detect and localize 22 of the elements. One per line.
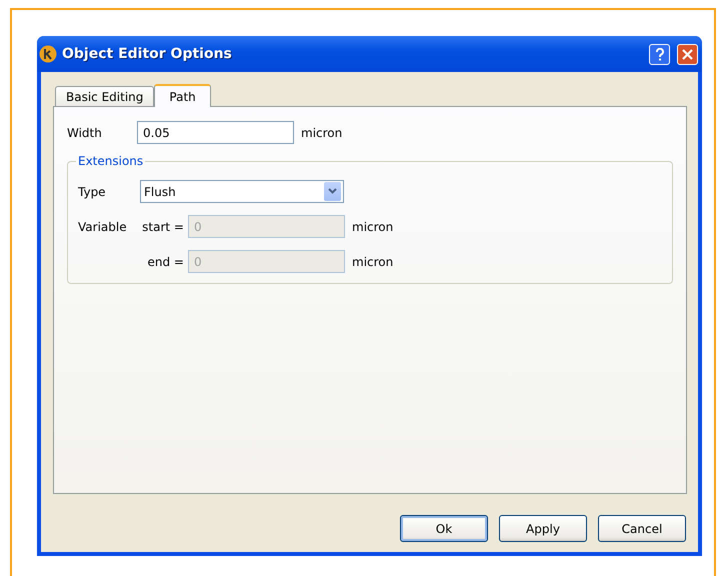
field-label: Type <box>78 184 107 198</box>
tab[interactable]: Path <box>154 84 211 107</box>
type-dropdown[interactable]: Flush <box>140 180 344 203</box>
width-field[interactable]: 0.05 <box>137 121 294 144</box>
close-icon <box>682 48 693 60</box>
dialog-button[interactable]: Apply <box>499 515 587 542</box>
unit-label: micron <box>352 254 394 268</box>
dialog-button[interactable]: Ok <box>400 515 488 542</box>
field-label: start = <box>141 220 185 234</box>
field-label: Width <box>67 126 103 140</box>
unit-label: micron <box>301 126 342 140</box>
field-label: end = <box>146 254 185 268</box>
close-button[interactable] <box>677 44 698 64</box>
field-label: Variable <box>78 220 127 234</box>
help-button[interactable] <box>649 44 670 64</box>
dialog-button[interactable]: Cancel <box>598 515 686 542</box>
unit-label: micron <box>352 220 394 234</box>
window-title: Object Editor Options <box>62 46 233 62</box>
app-logo-icon <box>39 45 57 63</box>
tab[interactable]: Basic Editing <box>55 86 154 106</box>
group-title: Extensions <box>77 154 144 168</box>
question-mark-icon <box>654 48 664 60</box>
